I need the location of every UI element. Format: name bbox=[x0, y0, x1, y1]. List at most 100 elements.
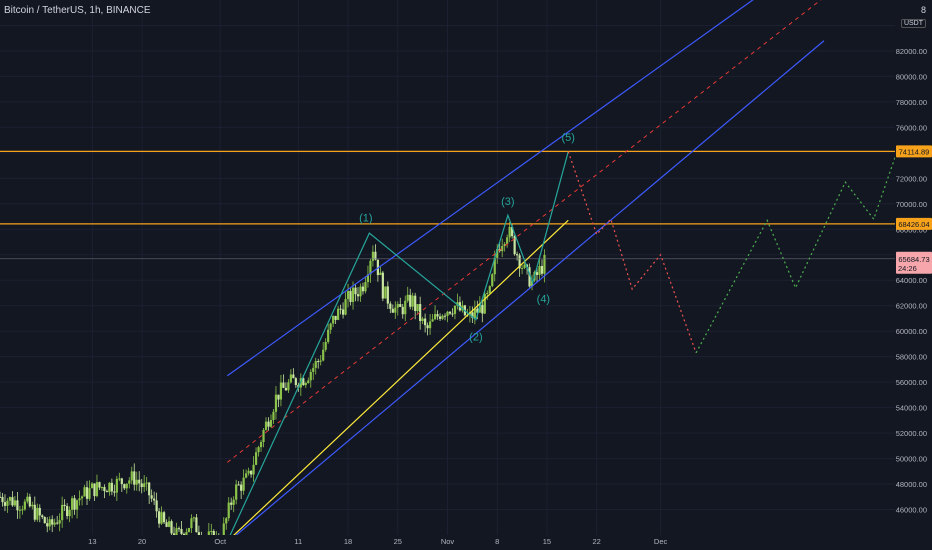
candle-body bbox=[41, 515, 44, 518]
candle-body bbox=[235, 484, 238, 500]
currency-button[interactable]: USDT bbox=[900, 19, 926, 28]
candle-body bbox=[158, 511, 161, 524]
candle-body bbox=[58, 520, 61, 524]
price-tick-label: 76000.00 bbox=[896, 123, 927, 132]
candle-body bbox=[103, 487, 106, 492]
last-price-label: 65684.73 bbox=[898, 255, 929, 264]
candle-body bbox=[508, 226, 511, 238]
candle-body bbox=[242, 477, 245, 491]
candle-body bbox=[433, 314, 437, 320]
candle-body bbox=[312, 367, 315, 372]
candle-body bbox=[436, 314, 439, 317]
candle-body bbox=[523, 264, 526, 268]
price-tick-label: 60000.00 bbox=[896, 327, 927, 336]
candle-body bbox=[354, 287, 357, 295]
candle-body bbox=[83, 487, 86, 497]
candle-body bbox=[252, 464, 255, 475]
candle-body bbox=[292, 374, 295, 379]
candle-body bbox=[225, 518, 228, 524]
candle-body bbox=[334, 315, 337, 320]
candle-body bbox=[66, 506, 69, 517]
price-tick-label: 50000.00 bbox=[896, 455, 927, 464]
candle-body bbox=[411, 295, 414, 307]
candle-body bbox=[53, 522, 56, 525]
candle-body bbox=[259, 442, 263, 448]
candle-body bbox=[167, 521, 171, 527]
candle-body bbox=[404, 300, 407, 315]
candle-body bbox=[426, 325, 429, 329]
candle-body bbox=[192, 517, 196, 519]
price-tick-label: 78000.00 bbox=[896, 98, 927, 107]
price-chart[interactable]: (1) (2) (3) (4) (5) 46000.00 48000.00 50000.00… bbox=[0, 0, 932, 550]
candle-body bbox=[118, 478, 121, 480]
candle-body bbox=[85, 487, 89, 499]
candle-body bbox=[356, 294, 360, 297]
candle-body bbox=[232, 499, 235, 505]
candle-body bbox=[483, 293, 486, 314]
candle-body bbox=[155, 500, 158, 512]
candle-body bbox=[448, 311, 452, 314]
time-tick-label: 13 bbox=[88, 537, 96, 546]
wave-label: (5) bbox=[562, 132, 575, 144]
time-tick-label: 18 bbox=[344, 537, 352, 546]
candle-body bbox=[113, 491, 116, 493]
candle-body bbox=[123, 484, 126, 489]
candle-body bbox=[150, 495, 153, 499]
candle-body bbox=[481, 304, 484, 314]
countdown-label: 24:26 bbox=[898, 264, 917, 273]
candle-body bbox=[279, 382, 283, 400]
candle-body bbox=[453, 305, 457, 314]
candle-body bbox=[88, 488, 91, 499]
candle-body bbox=[396, 304, 399, 308]
candle-body bbox=[31, 504, 34, 507]
candle-body bbox=[287, 382, 290, 391]
candle-body bbox=[491, 274, 494, 287]
candle-body bbox=[337, 308, 340, 320]
price-axis-background bbox=[895, 0, 932, 550]
candle-body bbox=[115, 478, 118, 493]
candle-body bbox=[249, 470, 253, 475]
candle-body bbox=[409, 294, 412, 307]
candle-body bbox=[317, 361, 320, 363]
time-tick-label: Nov bbox=[441, 537, 455, 546]
candle-body bbox=[269, 419, 273, 427]
candle-body bbox=[438, 316, 442, 319]
candle-body bbox=[63, 504, 66, 507]
candle-body bbox=[381, 272, 384, 299]
candle-body bbox=[46, 523, 49, 527]
candle-body bbox=[143, 483, 146, 488]
candle-body bbox=[56, 522, 59, 524]
candle-body bbox=[540, 265, 544, 274]
candle-body bbox=[130, 471, 133, 481]
candle-body bbox=[284, 387, 288, 391]
candle-body bbox=[110, 482, 113, 492]
candle-body bbox=[272, 411, 275, 420]
candle-body bbox=[145, 482, 148, 484]
candle-body bbox=[386, 286, 389, 304]
time-tick-label: Dec bbox=[654, 537, 668, 546]
candle-body bbox=[0, 496, 2, 498]
candle-body bbox=[21, 509, 24, 511]
candle-body bbox=[38, 507, 41, 516]
level-badge-label: 68426.04 bbox=[898, 220, 929, 229]
candle-body bbox=[391, 308, 394, 313]
wave-label: (4) bbox=[537, 293, 550, 305]
candle-body bbox=[26, 496, 29, 502]
candle-body bbox=[135, 479, 138, 485]
candle-body bbox=[36, 507, 39, 520]
candle-body bbox=[394, 307, 397, 313]
candle-body bbox=[1, 496, 4, 503]
candle-body bbox=[93, 483, 96, 497]
candle-body bbox=[282, 382, 285, 388]
candle-body bbox=[520, 267, 524, 269]
candle-body bbox=[486, 292, 489, 294]
candle-body bbox=[322, 349, 325, 361]
candle-body bbox=[237, 484, 240, 486]
candle-body bbox=[538, 265, 541, 275]
candle-body bbox=[424, 318, 427, 326]
time-tick-label: 8 bbox=[495, 537, 499, 546]
candle-body bbox=[28, 496, 31, 507]
candle-body bbox=[351, 287, 355, 302]
candle-body bbox=[329, 323, 332, 330]
candle-body bbox=[95, 482, 99, 497]
